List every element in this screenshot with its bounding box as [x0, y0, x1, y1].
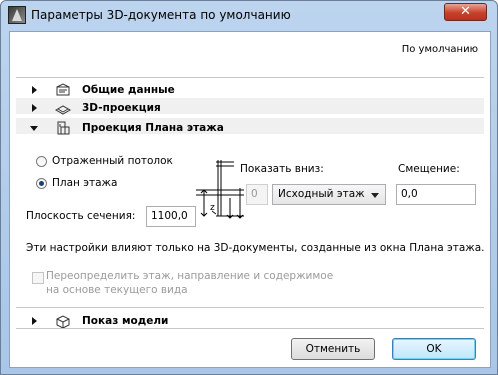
chevron-down-icon — [371, 193, 379, 198]
cut-plane-label: Плоскость сечения: — [26, 210, 136, 222]
general-data-icon — [56, 83, 70, 96]
floor-select-value: Исходный этаж — [278, 188, 365, 200]
cut-plane-field[interactable]: 1100,0 — [146, 206, 196, 227]
section-title: Проекция Плана этажа — [82, 122, 224, 134]
info-text: Эти настройки влияют только на 3D-докуме… — [26, 242, 485, 254]
reflected-ceiling-label: Отраженный потолок — [52, 155, 173, 167]
expand-arrow-icon[interactable] — [32, 86, 37, 94]
3d-projection-icon — [55, 105, 71, 115]
model-display-icon — [56, 315, 70, 328]
reflected-ceiling-radio[interactable] — [36, 156, 47, 167]
show-down-field[interactable]: 0 — [246, 184, 268, 205]
offset-field[interactable]: 0,0 — [396, 184, 476, 205]
floor-plan-radio[interactable] — [36, 178, 47, 189]
divider — [16, 328, 484, 329]
close-button[interactable]: ✕ — [444, 3, 487, 21]
floor-plan-label: План этажа — [52, 177, 118, 189]
override-label-line2: на основе текущего вида — [46, 284, 188, 296]
divider — [16, 77, 484, 78]
section-title: Общие данные — [82, 84, 175, 96]
ok-button[interactable]: OK — [392, 338, 476, 360]
default-settings-label: По умолчанию — [401, 44, 478, 55]
app-icon — [8, 6, 26, 24]
expand-arrow-icon[interactable] — [32, 317, 37, 325]
title-bar[interactable]: Параметры 3D-документа по умолчанию ✕ — [1, 1, 497, 31]
override-checkbox[interactable] — [32, 272, 44, 284]
dialog-content: По умолчанию Общие данные 3D-проекция Пр… — [9, 31, 491, 368]
show-down-label: Показать вниз: — [240, 163, 324, 175]
dialog-window: Параметры 3D-документа по умолчанию ✕ По… — [0, 0, 498, 375]
window-title: Параметры 3D-документа по умолчанию — [31, 8, 291, 22]
collapse-arrow-icon[interactable] — [30, 126, 38, 131]
section-title: Показ модели — [82, 315, 169, 327]
offset-label: Смещение: — [398, 163, 460, 175]
floor-plan-projection-icon — [57, 121, 70, 135]
cancel-button[interactable]: Отменить — [291, 338, 375, 360]
override-label-line1: Переопределить этаж, направление и содер… — [46, 270, 334, 282]
floor-select[interactable]: Исходный этаж — [272, 184, 386, 205]
expand-arrow-icon[interactable] — [32, 104, 37, 112]
divider — [16, 307, 484, 308]
section-title: 3D-проекция — [82, 102, 161, 114]
